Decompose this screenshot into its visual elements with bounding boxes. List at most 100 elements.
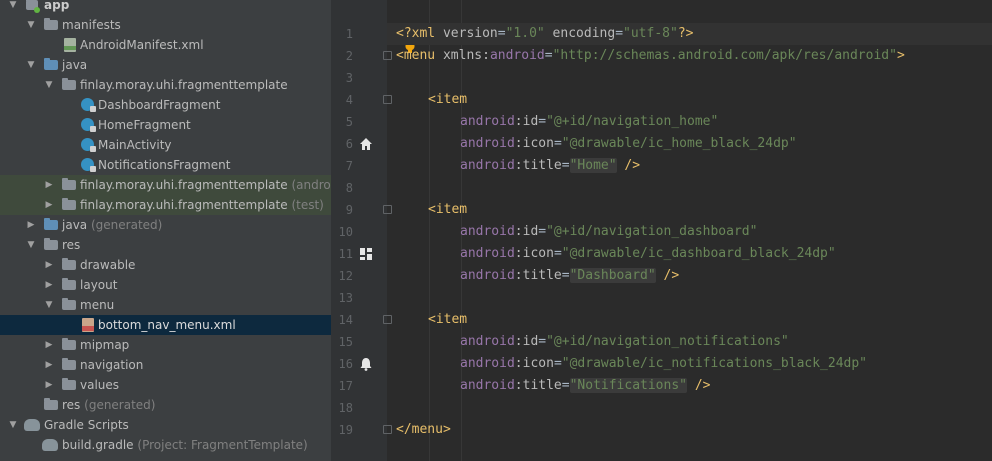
chevron-right-icon[interactable]: ▶: [44, 375, 54, 395]
folder-icon: [62, 278, 76, 290]
folder-icon: [44, 238, 58, 250]
tree-item-mipmap[interactable]: ▶ mipmap: [0, 335, 331, 355]
folder-icon: [62, 258, 76, 270]
chevron-down-icon[interactable]: ▼: [26, 15, 36, 35]
chevron-down-icon[interactable]: ▼: [44, 75, 54, 95]
line-number: 14: [338, 313, 353, 327]
code-line-6: android:icon="@drawable/ic_home_black_24…: [460, 136, 797, 151]
bell-icon[interactable]: [359, 357, 373, 371]
tree-item-manifests[interactable]: ▼ manifests: [0, 15, 331, 35]
line-number: 7: [345, 159, 353, 173]
folder-icon: [44, 18, 58, 30]
tree-item-home-fragment[interactable]: HomeFragment: [0, 115, 331, 135]
tree-item-menu[interactable]: ▼ menu: [0, 295, 331, 315]
fold-marker-icon[interactable]: [383, 425, 392, 434]
chevron-down-icon[interactable]: ▼: [26, 235, 36, 255]
line-number: 6: [345, 137, 353, 151]
code-editor[interactable]: <?xml version="1.0" encoding="utf-8"?> <…: [383, 0, 992, 461]
package-icon: [62, 178, 76, 190]
tree-item-build-gradle[interactable]: build.gradle (Project: FragmentTemplate): [0, 435, 331, 455]
tree-item-app[interactable]: ▼ app: [0, 0, 331, 15]
app-module-icon: [26, 0, 40, 13]
line-number: 5: [345, 115, 353, 129]
chevron-right-icon[interactable]: ▶: [44, 175, 54, 195]
chevron-down-icon[interactable]: ▼: [8, 0, 18, 15]
tree-item-android-manifest[interactable]: AndroidManifest.xml: [0, 35, 331, 55]
line-number: 18: [338, 401, 353, 415]
chevron-right-icon[interactable]: ▶: [44, 355, 54, 375]
chevron-right-icon[interactable]: ▶: [26, 215, 36, 235]
code-line-10: android:id="@+id/navigation_dashboard": [460, 224, 758, 239]
gradle-file-icon: [42, 439, 58, 451]
tree-item-package-test[interactable]: ▶ finlay.moray.uhi.fragmenttemplate (tes…: [0, 195, 331, 215]
folder-icon: [44, 218, 58, 230]
chevron-down-icon[interactable]: ▼: [44, 295, 54, 315]
tree-item-res[interactable]: ▼ res: [0, 235, 331, 255]
tree-item-bottom-nav-menu[interactable]: bottom_nav_menu.xml: [0, 315, 331, 335]
tree-item-package-androidtest[interactable]: ▶ finlay.moray.uhi.fragmenttemplate (and…: [0, 175, 331, 195]
line-number: 2: [345, 49, 353, 63]
xml-file-icon: [82, 318, 94, 332]
manifest-file-icon: [64, 38, 76, 52]
chevron-right-icon[interactable]: ▶: [44, 335, 54, 355]
home-icon[interactable]: [359, 137, 373, 151]
code-line-7: android:title="Home" />: [460, 158, 641, 173]
chevron-down-icon[interactable]: ▼: [26, 55, 36, 75]
editor-gutter: 1 2 3 4 5 6 7 8 9 10 11 12 13 14 15 16 1…: [331, 0, 387, 461]
fold-marker-icon[interactable]: [383, 315, 392, 324]
tree-item-package[interactable]: ▼ finlay.moray.uhi.fragmenttemplate: [0, 75, 331, 95]
tree-item-layout[interactable]: ▶ layout: [0, 275, 331, 295]
tree-item-res-generated[interactable]: res (generated): [0, 395, 331, 415]
code-line-12: android:title="Dashboard" />: [460, 268, 680, 283]
kotlin-class-icon: [81, 118, 96, 132]
tree-item-label: finlay.moray.uhi.fragmenttemplate (andro…: [80, 178, 331, 192]
code-line-2: <menu xmlns:android="http://schemas.andr…: [396, 48, 905, 63]
tree-item-drawable[interactable]: ▶ drawable: [0, 255, 331, 275]
tree-item-dashboard-fragment[interactable]: DashboardFragment: [0, 95, 331, 115]
tree-item-java-generated[interactable]: ▶ java (generated): [0, 215, 331, 235]
kotlin-class-icon: [81, 98, 96, 112]
line-number: 13: [338, 291, 353, 305]
tree-item-label: finlay.moray.uhi.fragmenttemplate (test): [80, 198, 324, 212]
chevron-down-icon[interactable]: ▼: [8, 415, 18, 435]
fold-marker-icon[interactable]: [383, 95, 392, 104]
folder-icon: [44, 58, 58, 70]
tree-item-notifications-fragment[interactable]: NotificationsFragment: [0, 155, 331, 175]
code-line-19: </menu>: [396, 422, 451, 437]
code-line-16: android:icon="@drawable/ic_notifications…: [460, 356, 868, 371]
dashboard-icon[interactable]: [359, 247, 373, 261]
tree-item-main-activity[interactable]: MainActivity: [0, 135, 331, 155]
tree-item-gradle-scripts[interactable]: ▼ Gradle Scripts: [0, 415, 331, 435]
line-number: 4: [345, 93, 353, 107]
code-line-1: <?xml version="1.0" encoding="utf-8"?>: [387, 23, 992, 45]
line-number: 1: [345, 27, 353, 41]
folder-icon: [62, 298, 76, 310]
tree-item-java[interactable]: ▼ java: [0, 55, 331, 75]
package-icon: [62, 198, 76, 210]
kotlin-class-icon: [81, 158, 96, 172]
folder-icon: [62, 358, 76, 370]
folder-icon: [62, 338, 76, 350]
line-number: 12: [338, 269, 353, 283]
chevron-right-icon[interactable]: ▶: [44, 195, 54, 215]
code-line-15: android:id="@+id/navigation_notification…: [460, 334, 789, 349]
folder-icon: [44, 398, 58, 410]
chevron-right-icon[interactable]: ▶: [44, 275, 54, 295]
tree-item-navigation[interactable]: ▶ navigation: [0, 355, 331, 375]
line-number: 16: [338, 357, 353, 371]
code-line-5: android:id="@+id/navigation_home": [460, 114, 719, 129]
line-number: 11: [338, 247, 353, 261]
package-icon: [62, 78, 76, 90]
fold-marker-icon[interactable]: [383, 205, 392, 214]
kotlin-class-icon: [81, 138, 96, 152]
indent-guide: [429, 0, 430, 461]
tree-item-values[interactable]: ▶ values: [0, 375, 331, 395]
line-number: 17: [338, 379, 353, 393]
line-number: 15: [338, 335, 353, 349]
code-line-17: android:title="Notifications" />: [460, 378, 711, 393]
tree-item-label: build.gradle (Project: FragmentTemplate): [62, 438, 308, 452]
fold-marker-icon[interactable]: [383, 51, 392, 60]
chevron-right-icon[interactable]: ▶: [44, 255, 54, 275]
line-number: 19: [338, 423, 353, 437]
line-number: 9: [345, 203, 353, 217]
